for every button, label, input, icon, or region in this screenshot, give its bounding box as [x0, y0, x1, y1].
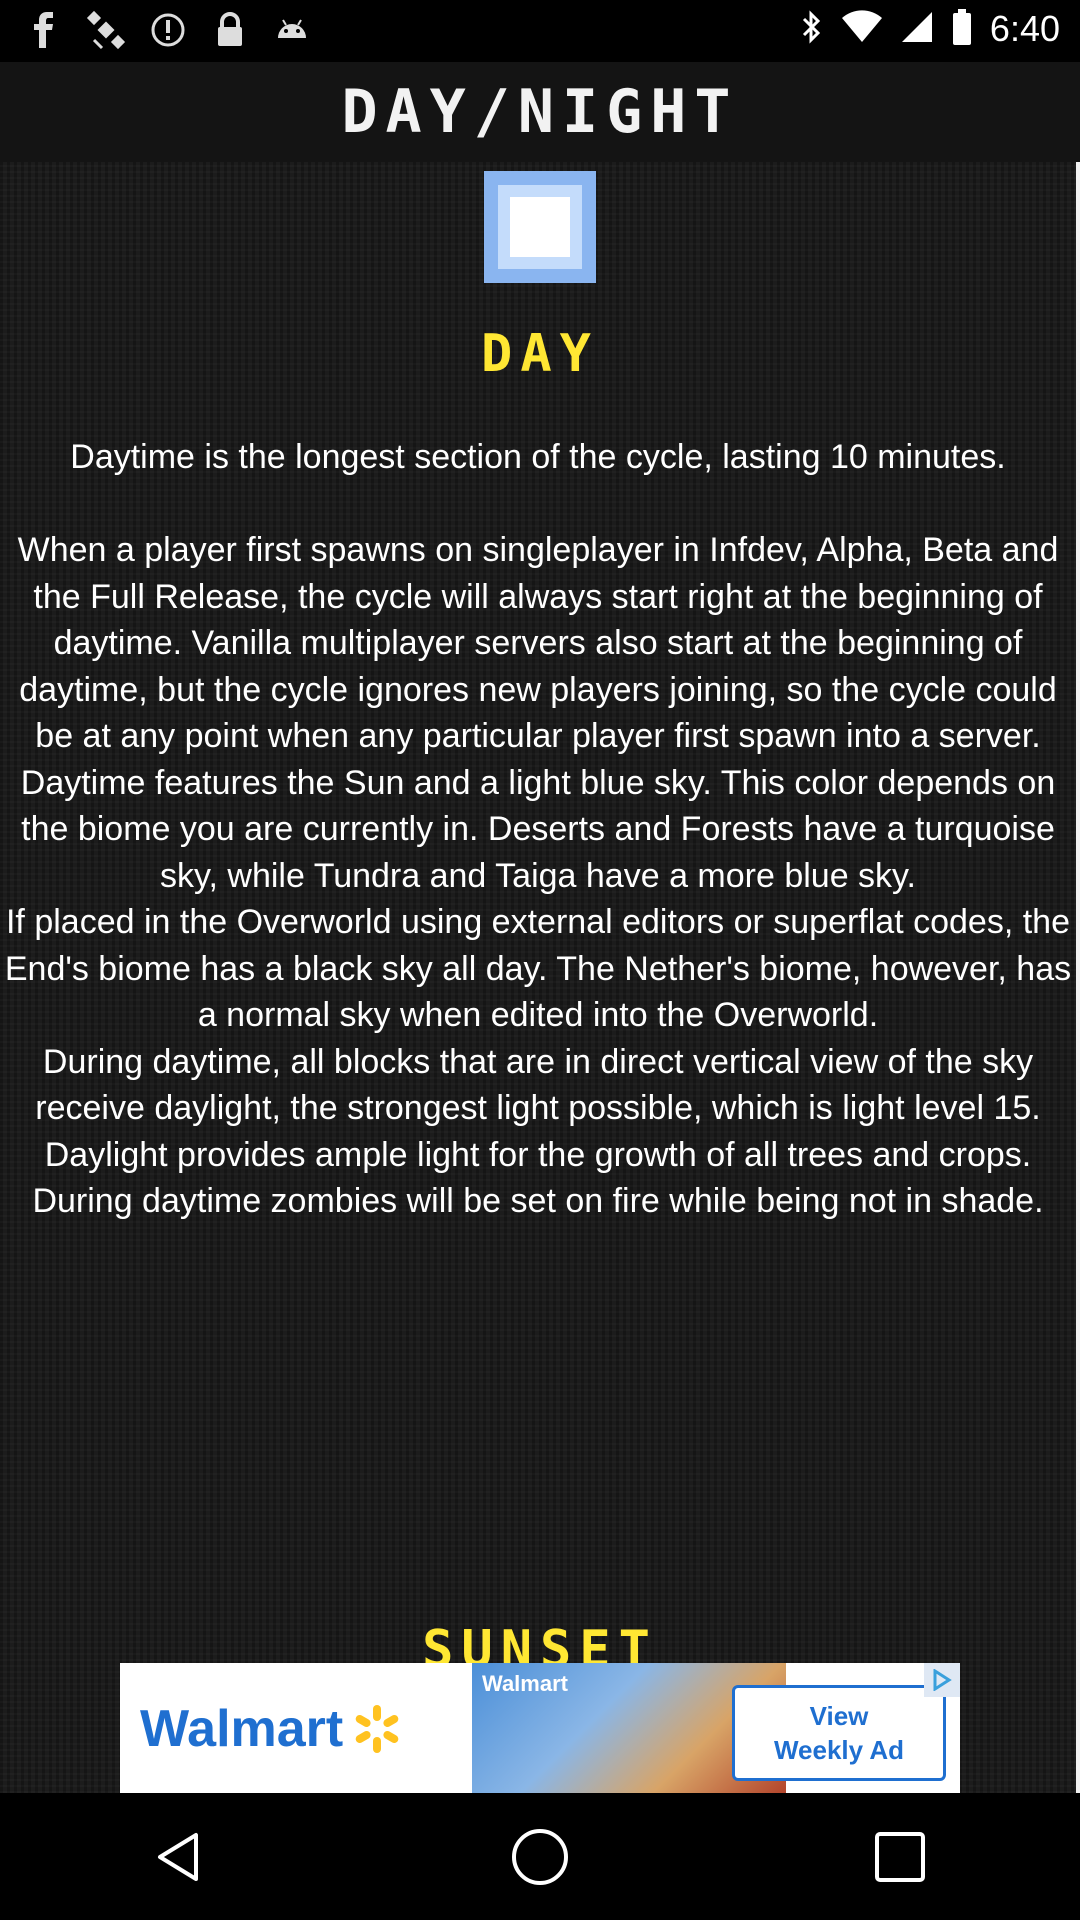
back-icon[interactable] — [135, 1812, 225, 1902]
wifi-icon — [841, 10, 882, 48]
ad-choices-icon[interactable] — [924, 1663, 960, 1697]
ad-banner[interactable]: Walmart Walmart View Weekly Ad — [120, 1663, 960, 1793]
home-icon[interactable] — [495, 1812, 585, 1902]
signal-icon — [900, 10, 934, 48]
day-heading: DAY — [481, 324, 599, 384]
gps-icon — [86, 10, 126, 50]
recents-icon[interactable] — [855, 1812, 945, 1902]
clock: 6:40 — [989, 8, 1060, 49]
title-bar: DAY/NIGHT — [0, 62, 1080, 162]
alert-icon — [148, 10, 188, 50]
android-icon — [272, 10, 312, 50]
status-bar: 6:40 — [0, 0, 1080, 62]
app-content: DAY/NIGHT DAY Daytime is the longest sec… — [0, 62, 1080, 1793]
view-weekly-ad-button[interactable]: View Weekly Ad — [732, 1685, 946, 1781]
spark-icon — [355, 1705, 399, 1753]
lock-icon — [210, 10, 250, 50]
battery-icon — [952, 9, 972, 49]
sun-icon — [484, 171, 596, 283]
day-description: Daytime is the longest section of the cy… — [4, 438, 1072, 1220]
facebook-icon — [24, 10, 64, 50]
bluetooth-icon — [800, 9, 824, 49]
walmart-logo: Walmart — [140, 1699, 403, 1759]
page-title: DAY/NIGHT — [341, 77, 739, 147]
scrollbar[interactable] — [1076, 162, 1080, 1793]
navigation-bar — [0, 1793, 1080, 1920]
ad-photo-label: Walmart — [482, 1671, 568, 1696]
